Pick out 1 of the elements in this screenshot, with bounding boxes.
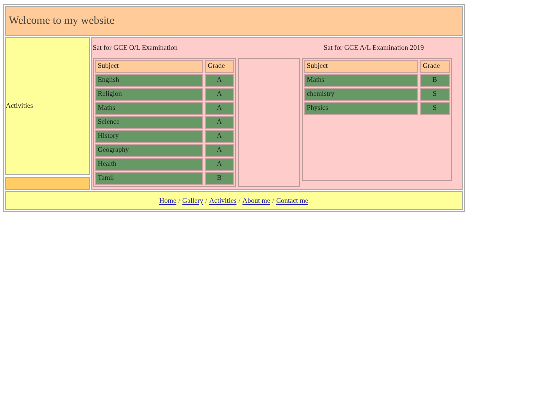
- site-title: Welcome to my website: [9, 15, 115, 27]
